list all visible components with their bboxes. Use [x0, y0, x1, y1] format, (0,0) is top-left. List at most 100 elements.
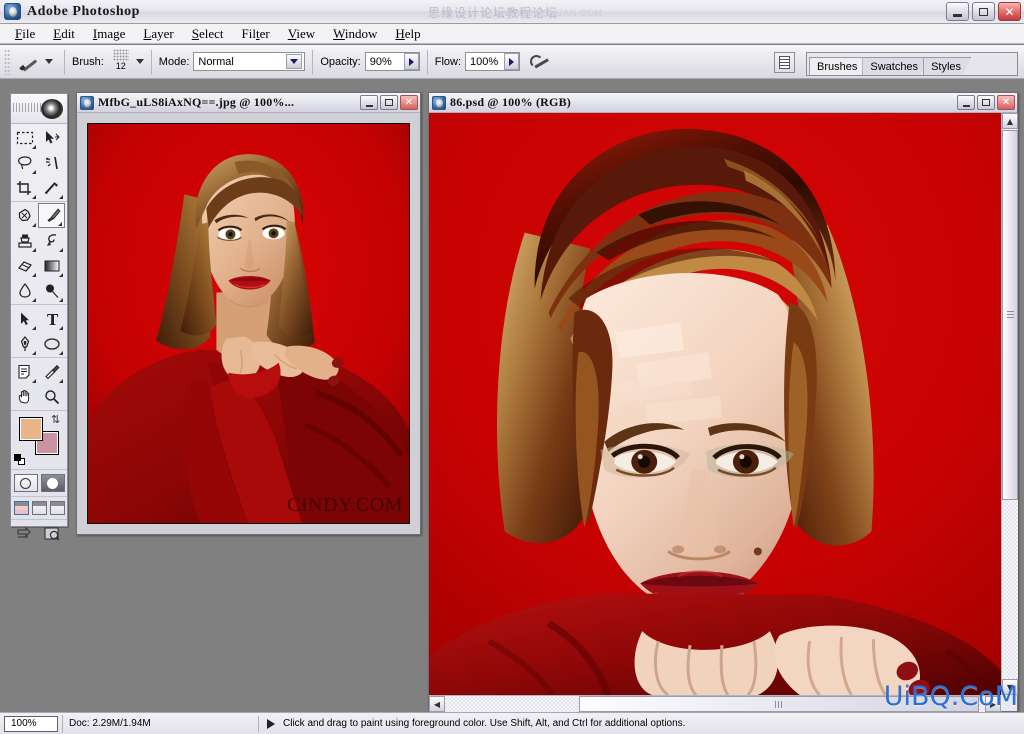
scroll-down-button[interactable]: ▼	[1002, 679, 1018, 695]
palette-tab-styles[interactable]: Styles	[923, 57, 971, 75]
standard-screen-mode[interactable]	[13, 501, 29, 515]
vertical-scroll-thumb[interactable]	[1002, 130, 1018, 500]
slice-tool[interactable]	[38, 175, 65, 200]
type-tool[interactable]: T	[38, 306, 65, 331]
options-bar-grip[interactable]	[4, 48, 11, 75]
opacity-input[interactable]: 90%	[364, 52, 420, 71]
vertical-scrollbar-psd[interactable]: ▲ ▼	[1001, 113, 1018, 695]
brush-preset-picker[interactable]: 12	[108, 48, 134, 75]
full-screen-mode[interactable]	[49, 501, 65, 515]
close-button[interactable]: ✕	[998, 2, 1021, 21]
menu-edit[interactable]: Edit	[44, 25, 84, 43]
application-title: Adobe Photoshop	[27, 3, 140, 19]
foreground-color-swatch[interactable]	[19, 417, 43, 441]
document-titlebar-jpg[interactable]: MfbG_uLS8iAxNQ==.jpg @ 100%... ✕	[77, 93, 420, 113]
blend-mode-select[interactable]: Normal	[193, 52, 306, 71]
full-screen-with-menubar[interactable]	[31, 501, 47, 515]
move-tool[interactable]	[38, 125, 65, 150]
opacity-slider-arrow-icon[interactable]	[403, 53, 419, 70]
swap-colors-icon[interactable]: ⇅	[51, 414, 63, 426]
crop-tool[interactable]	[11, 175, 38, 200]
palette-tab-brushes[interactable]: Brushes	[809, 57, 867, 75]
menu-help[interactable]: Help	[386, 25, 429, 43]
document-close-button[interactable]: ✕	[997, 95, 1015, 110]
document-icon	[432, 95, 446, 110]
path-selection-tool[interactable]	[11, 306, 38, 331]
submenu-indicator-icon	[59, 351, 63, 355]
toolbox-header[interactable]	[11, 94, 67, 124]
default-colors-icon[interactable]	[14, 454, 25, 465]
palette-well-icon[interactable]	[774, 52, 795, 73]
shape-tool[interactable]	[38, 331, 65, 356]
menu-select[interactable]: Select	[183, 25, 233, 43]
pen-tool[interactable]	[11, 331, 38, 356]
current-tool-preset-picker[interactable]	[15, 52, 57, 72]
dodge-tool[interactable]	[38, 278, 65, 303]
brush-picker-chevron-down-icon[interactable]	[135, 59, 144, 64]
menu-image[interactable]: Image	[84, 25, 135, 43]
zoom-level-input[interactable]: 100%	[4, 715, 58, 732]
toolbox-palette: T ⇅	[10, 93, 68, 541]
brush-tool[interactable]	[38, 203, 65, 228]
flow-slider-arrow-icon[interactable]	[504, 53, 520, 70]
palette-tab-swatches[interactable]: Swatches	[862, 57, 928, 75]
document-window-jpg[interactable]: MfbG_uLS8iAxNQ==.jpg @ 100%... ✕ CINDY.C…	[76, 92, 421, 535]
lasso-tool[interactable]	[11, 150, 38, 175]
scroll-left-button[interactable]: ◀	[429, 696, 445, 712]
menu-window[interactable]: Window	[324, 25, 386, 43]
menu-file[interactable]: File	[6, 25, 44, 43]
divider	[426, 49, 428, 74]
scroll-right-button[interactable]: ▶	[985, 696, 1001, 712]
horizontal-scrollbar-psd[interactable]: ◀ ▶	[429, 695, 1001, 712]
menu-filter[interactable]: Filter	[233, 25, 279, 43]
eyedropper-tool[interactable]	[38, 359, 65, 384]
submenu-indicator-icon	[32, 170, 36, 174]
submenu-indicator-icon	[59, 326, 63, 330]
status-menu-arrow-icon[interactable]	[267, 718, 275, 729]
hand-tool[interactable]	[11, 384, 38, 409]
jump-to-imageready-button[interactable]	[14, 524, 38, 544]
minimize-button[interactable]	[946, 2, 969, 21]
photo-canvas-jpg[interactable]: CINDY.COM	[87, 123, 410, 524]
airbrush-icon[interactable]	[528, 51, 554, 73]
menu-layer[interactable]: Layer	[134, 25, 182, 43]
document-minimize-button[interactable]	[957, 95, 975, 110]
clone-stamp-tool[interactable]	[11, 228, 38, 253]
submenu-indicator-icon	[32, 351, 36, 355]
notes-tool[interactable]	[11, 359, 38, 384]
maximize-button[interactable]	[972, 2, 995, 21]
standard-mode-button[interactable]	[13, 474, 38, 492]
gradient-tool[interactable]	[38, 253, 65, 278]
zoom-tool[interactable]	[38, 384, 65, 409]
blend-mode-chevron-down-icon[interactable]	[286, 54, 303, 69]
brush-tip-icon	[112, 48, 129, 61]
document-titlebar-psd[interactable]: 86.psd @ 100% (RGB) ✕	[429, 93, 1017, 113]
horizontal-scroll-thumb[interactable]	[579, 696, 979, 712]
document-size-info[interactable]: Doc: 2.29M/1.94M	[62, 714, 258, 733]
palette-well: Brushes Swatches Styles	[806, 52, 1018, 76]
document-maximize-button[interactable]	[977, 95, 995, 110]
history-brush-tool[interactable]	[38, 228, 65, 253]
document-close-button[interactable]: ✕	[400, 95, 418, 110]
submenu-indicator-icon	[32, 326, 36, 330]
canvas-psd[interactable]	[429, 113, 1001, 695]
submenu-indicator-icon	[59, 273, 63, 277]
minimize-icon	[953, 13, 962, 17]
jump-to-preview-button[interactable]	[41, 524, 65, 544]
flow-input[interactable]: 100%	[465, 52, 521, 71]
toolbox-banner-decor	[13, 103, 41, 112]
canvas-jpg[interactable]: CINDY.COM	[77, 113, 420, 534]
eraser-tool[interactable]	[11, 253, 38, 278]
healing-brush-tool[interactable]	[11, 203, 38, 228]
magic-wand-tool[interactable]	[38, 150, 65, 175]
document-window-psd[interactable]: 86.psd @ 100% (RGB) ✕ ▲ ▼ ◀ ▶	[428, 92, 1018, 712]
marquee-tool[interactable]	[11, 125, 38, 150]
document-minimize-button[interactable]	[360, 95, 378, 110]
blur-tool[interactable]	[11, 278, 38, 303]
quick-mask-mode-button[interactable]	[40, 474, 65, 492]
photoshop-eye-logo-icon	[41, 98, 63, 119]
scroll-up-button[interactable]: ▲	[1002, 113, 1018, 129]
document-maximize-button[interactable]	[380, 95, 398, 110]
menu-view[interactable]: View	[279, 25, 324, 43]
submenu-indicator-icon	[32, 223, 36, 227]
